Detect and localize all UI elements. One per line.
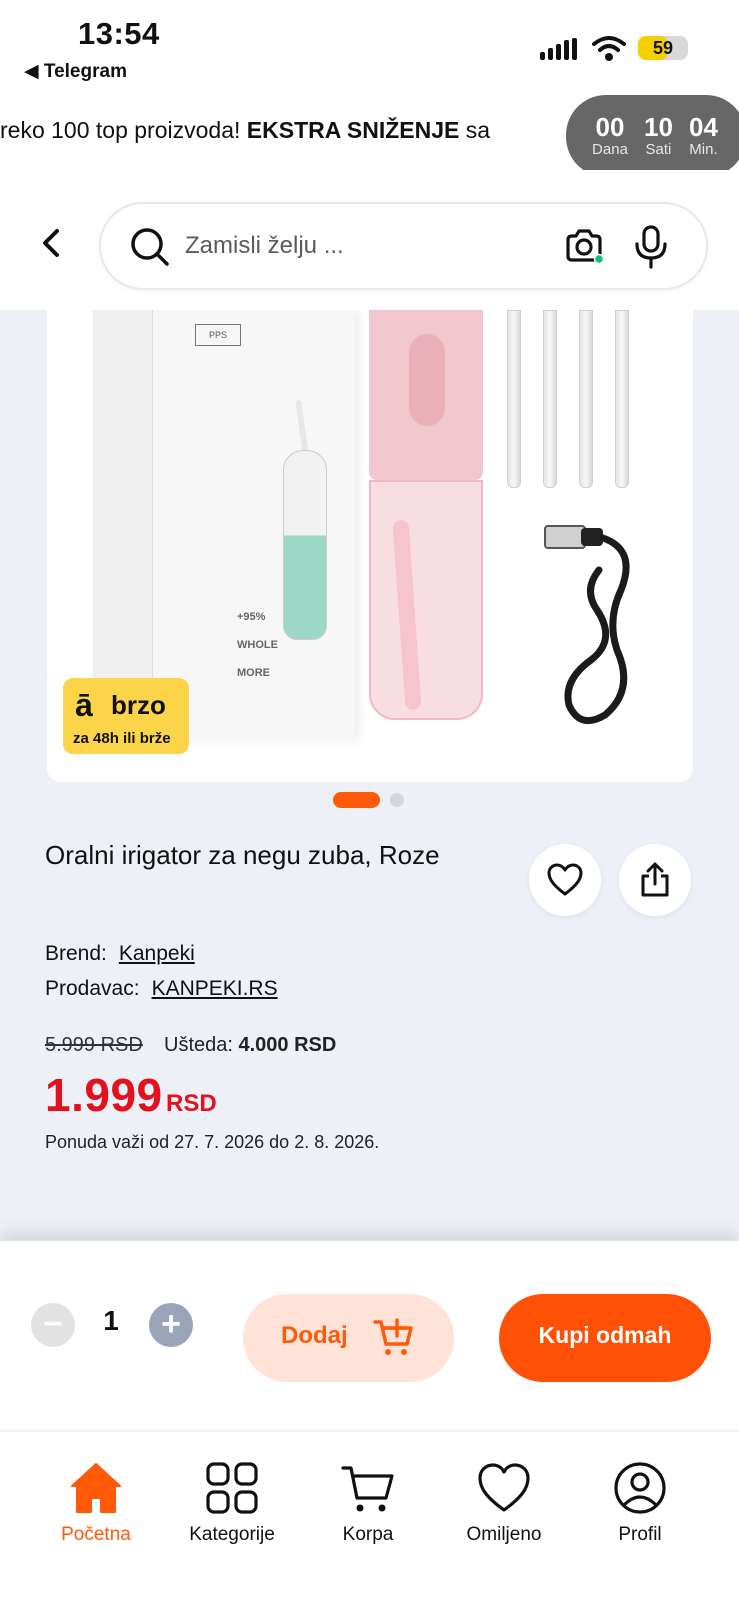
- seller-link[interactable]: KANPEKI.RS: [152, 977, 278, 1000]
- back-arrow-icon[interactable]: [36, 227, 68, 259]
- nav-categories[interactable]: Kategorije: [172, 1460, 292, 1546]
- seller-label: Prodavac:: [45, 977, 140, 1000]
- nav-cart-label: Korpa: [342, 1524, 394, 1545]
- nav-home[interactable]: Početna: [36, 1460, 156, 1546]
- cart-icon: [341, 1466, 394, 1512]
- seller-row: Prodavac: KANPEKI.RS: [45, 977, 278, 1001]
- purchase-bar: − 1 + Dodaj Kupi odmah: [0, 1240, 739, 1430]
- search-input[interactable]: [185, 226, 545, 266]
- profile-icon: [614, 1462, 666, 1514]
- promo-text: reko 100 top proizvoda! EKSTRA SNIŽENJE …: [0, 117, 491, 143]
- green-irrigator-nozzle: [295, 399, 309, 456]
- grid-icon: [206, 1462, 258, 1514]
- camera-search-icon[interactable]: [563, 226, 605, 268]
- buy-now-button[interactable]: Kupi odmah: [499, 1294, 711, 1382]
- share-button[interactable]: [619, 844, 691, 916]
- fast-delivery-badge: ā brzo za 48h ili brže: [63, 678, 189, 754]
- nozzle-tips-image: [505, 310, 635, 490]
- quantity-decrease-button[interactable]: −: [31, 1303, 75, 1347]
- nav-profile[interactable]: Profil: [580, 1460, 700, 1546]
- nav-categories-label: Kategorije: [189, 1524, 275, 1545]
- home-icon: [71, 1463, 121, 1513]
- fast-delivery-subtitle: za 48h ili brže: [73, 730, 171, 747]
- status-time: 13:54: [78, 16, 160, 51]
- nav-profile-label: Profil: [618, 1524, 662, 1545]
- countdown-minutes: 04 Min.: [689, 112, 718, 158]
- add-to-cart-label: Dodaj: [281, 1322, 348, 1349]
- box-side-panel: [93, 310, 153, 740]
- countdown-hours: 10 Sati: [644, 112, 673, 158]
- nav-home-label: Početna: [61, 1524, 131, 1545]
- usb-cable-image: [544, 525, 630, 725]
- current-price: 1.999: [45, 1069, 163, 1121]
- carousel-pagination: [333, 792, 404, 808]
- product-box-image: PPS +95% WHOLE MORE: [93, 310, 355, 740]
- nav-favorites[interactable]: Omiljeno: [444, 1460, 564, 1546]
- countdown-days: 00 Dana: [592, 112, 628, 158]
- product-details: PPS +95% WHOLE MORE ā brzo za 48h ili br…: [0, 310, 739, 1240]
- old-price: 5.999 RSD: [45, 1034, 143, 1056]
- fast-delivery-title: brzo: [111, 690, 166, 720]
- search-icon: [131, 228, 169, 266]
- carousel-dot[interactable]: [390, 793, 404, 807]
- microphone-icon[interactable]: [631, 224, 671, 270]
- battery-percent: 59: [652, 38, 674, 58]
- fast-delivery-logo: ā: [75, 687, 93, 723]
- product-title: Oralni irigator za negu zuba, Roze: [45, 840, 440, 870]
- promo-countdown: 00 Dana 10 Sati 04 Min.: [566, 95, 739, 177]
- heart-icon: [547, 863, 583, 896]
- box-feature-text: +95% WHOLE MORE: [237, 611, 278, 679]
- wifi-icon: [592, 36, 626, 61]
- nav-favorites-label: Omiljeno: [466, 1524, 542, 1545]
- brand-label: Brend:: [45, 942, 107, 965]
- box-label: PPS: [195, 324, 241, 346]
- add-cart-icon: [373, 1318, 413, 1355]
- saving-info: Ušteda: 4.000 RSD: [164, 1034, 337, 1056]
- product-image-carousel[interactable]: PPS +95% WHOLE MORE ā brzo za 48h ili br…: [47, 310, 693, 782]
- offer-validity: Ponuda važi od 27. 7. 2026 do 2. 8. 2026…: [45, 1132, 380, 1152]
- battery-indicator: 59: [638, 36, 688, 60]
- price-currency: RSD: [166, 1090, 217, 1117]
- status-bar: 13:54 ◀ Telegram 59: [0, 0, 739, 90]
- back-to-telegram-link[interactable]: ◀ Telegram: [24, 60, 127, 83]
- brand-row: Brend: Kanpeki: [45, 942, 195, 966]
- carousel-dot-active[interactable]: [333, 792, 380, 808]
- nav-cart[interactable]: Korpa: [308, 1460, 428, 1546]
- bottom-navigation: Početna Kategorije Korpa Omiljeno Profil: [0, 1430, 739, 1600]
- search-header: [0, 170, 739, 310]
- quantity-increase-button[interactable]: +: [149, 1303, 193, 1347]
- pink-irrigator-buttons: [409, 334, 445, 426]
- heart-icon: [478, 1463, 530, 1512]
- quantity-value: 1: [103, 1305, 119, 1336]
- share-icon: [641, 862, 669, 897]
- add-to-cart-button[interactable]: Dodaj: [243, 1294, 454, 1382]
- green-irrigator-image: [283, 450, 327, 640]
- search-bar[interactable]: [99, 202, 708, 290]
- cellular-signal-icon: [540, 38, 577, 60]
- buy-now-label: Kupi odmah: [538, 1322, 672, 1348]
- favorite-button[interactable]: [529, 844, 601, 916]
- brand-link[interactable]: Kanpeki: [119, 942, 195, 965]
- pink-irrigator-tank: [369, 480, 483, 720]
